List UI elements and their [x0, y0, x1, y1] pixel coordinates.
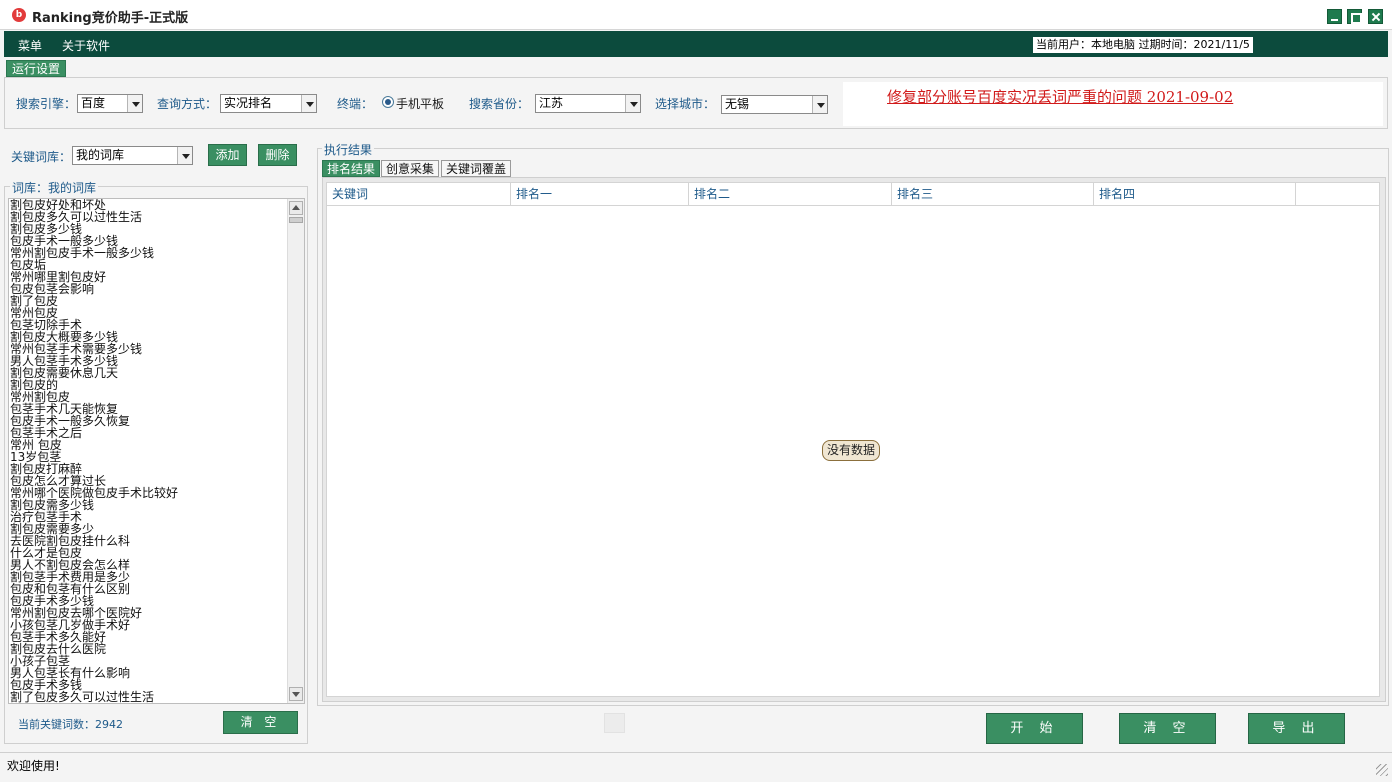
terminal-label: 终端：: [337, 97, 374, 111]
keyword-list-item[interactable]: 常州割包皮手术一般多少钱: [10, 247, 304, 259]
col-header-rank3[interactable]: 排名三: [892, 183, 1094, 205]
close-button[interactable]: [1368, 9, 1383, 24]
export-button[interactable]: 导 出: [1248, 713, 1345, 744]
keyword-count-label: 当前关键词数：: [18, 718, 95, 731]
col-header-keyword[interactable]: 关键词: [327, 183, 511, 205]
scroll-down-icon[interactable]: [289, 687, 303, 701]
keyword-count: 当前关键词数：2942: [18, 716, 123, 732]
resize-grip-icon[interactable]: [1376, 764, 1388, 776]
status-bar: 欢迎使用!: [0, 752, 1392, 782]
library-group-title: 词库：我的词库: [10, 179, 99, 196]
city-select[interactable]: 无锡: [721, 95, 828, 114]
terminal-value[interactable]: 手机平板: [396, 95, 444, 112]
terminal-radio[interactable]: [382, 96, 394, 108]
title-bar: b Ranking竞价助手-正式版: [0, 0, 1392, 30]
library-select[interactable]: 我的词库: [72, 146, 193, 165]
province-value: 江苏: [539, 96, 564, 110]
engine-value: 百度: [81, 96, 106, 110]
province-label: 搜索省份：: [469, 97, 530, 111]
col-header-rank1[interactable]: 排名一: [511, 183, 689, 205]
tab-run-settings[interactable]: 运行设置: [6, 60, 67, 77]
tab-rank-results[interactable]: 排名结果: [322, 160, 381, 177]
query-value: 实况排名: [224, 96, 273, 110]
window-title: Ranking竞价助手-正式版: [32, 11, 189, 26]
library-value: 我的词库: [76, 148, 125, 162]
engine-select[interactable]: 百度: [77, 94, 143, 113]
notice-box: 修复部分账号百度实况丢词严重的问题 2021-09-02: [843, 82, 1383, 126]
keyword-list-scrollbar[interactable]: [287, 199, 304, 703]
app-logo-icon: b: [12, 8, 26, 22]
city-value: 无锡: [725, 97, 750, 111]
status-text: 欢迎使用!: [7, 759, 60, 773]
chevron-down-icon: [177, 147, 192, 164]
col-header-rank4[interactable]: 排名四: [1094, 183, 1296, 205]
keyword-list-item[interactable]: 割了包皮多久可以过性生活: [10, 691, 304, 703]
results-table-header: 关键词 排名一 排名二 排名三 排名四: [327, 183, 1379, 206]
keyword-items: 割包皮好处和坏处 割包皮多久可以过性生活 割包皮多少钱 包皮手术一般多少钱 常州割包皮手…: [9, 199, 304, 703]
user-info: 当前用户：本地电脑 过期时间：2021/11/5: [1033, 37, 1253, 53]
clear-library-button[interactable]: 清 空: [223, 711, 298, 734]
expire-label: 过期时间：: [1138, 38, 1194, 51]
minimize-button[interactable]: [1327, 9, 1342, 24]
chevron-down-icon: [812, 96, 827, 113]
start-button[interactable]: 开 始: [986, 713, 1083, 744]
keyword-list[interactable]: 割包皮好处和坏处 割包皮多久可以过性生活 割包皮多少钱 包皮手术一般多少钱 常州割包皮手…: [8, 198, 305, 704]
query-select[interactable]: 实况排名: [220, 94, 317, 113]
maximize-button[interactable]: [1347, 9, 1362, 24]
add-button[interactable]: 添加: [208, 144, 247, 166]
scroll-thumb[interactable]: [289, 217, 303, 223]
user-label: 当前用户：: [1036, 38, 1091, 51]
col-header-rank2[interactable]: 排名二: [689, 183, 892, 205]
user-name: 本地电脑: [1091, 38, 1135, 51]
notice-link[interactable]: 修复部分账号百度实况丢词严重的问题 2021-09-02: [887, 86, 1233, 107]
chevron-down-icon: [301, 95, 316, 112]
results-group-title: 执行结果: [322, 141, 375, 158]
clear-results-button[interactable]: 清 空: [1119, 713, 1216, 744]
chevron-down-icon: [625, 95, 640, 112]
engine-label: 搜索引擎：: [16, 97, 77, 111]
empty-state-badge: 没有数据: [822, 440, 881, 461]
menu-bar: 菜单 关于软件 当前用户：本地电脑 过期时间：2021/11/5: [4, 31, 1388, 57]
scroll-up-icon[interactable]: [289, 201, 303, 215]
chevron-down-icon: [127, 95, 142, 112]
progress-indicator: [604, 713, 625, 733]
tab-creative-collect[interactable]: 创意采集: [381, 160, 440, 177]
menu-item-menu[interactable]: 菜单: [18, 37, 42, 54]
keyword-count-value: 2942: [95, 718, 123, 731]
delete-button[interactable]: 删除: [258, 144, 297, 166]
expire-date: 2021/11/5: [1193, 38, 1250, 51]
menu-item-about[interactable]: 关于软件: [62, 37, 110, 54]
tab-keyword-coverage[interactable]: 关键词覆盖: [441, 160, 512, 177]
query-label: 查询方式：: [157, 97, 218, 111]
province-select[interactable]: 江苏: [535, 94, 641, 113]
library-label: 关键词库：: [11, 150, 72, 164]
city-label: 选择城市：: [655, 97, 716, 111]
